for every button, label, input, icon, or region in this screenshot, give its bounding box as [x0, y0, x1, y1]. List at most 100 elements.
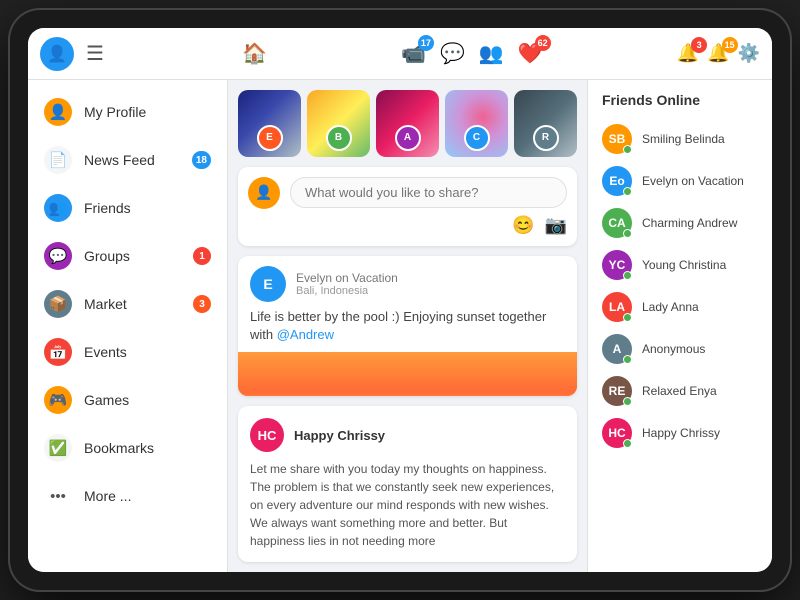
post2-header: HC Happy Chrissy — [250, 418, 565, 452]
friend-avatar: YC — [602, 250, 632, 280]
story-1[interactable]: E — [238, 90, 301, 157]
notif2-badge: 15 — [722, 37, 738, 53]
sidebar-label: News Feed — [84, 152, 180, 168]
sidebar-label: Events — [84, 344, 211, 360]
settings-icon[interactable]: ⚙️ — [738, 43, 760, 64]
compose-box: 👤 😊 📷 — [238, 167, 577, 246]
post2-author: Happy Chrissy — [294, 428, 385, 443]
sidebar-item-bookmarks[interactable]: ✅ Bookmarks — [28, 424, 227, 472]
online-dot — [623, 397, 632, 406]
friend-item[interactable]: YC Young Christina — [588, 244, 772, 286]
tablet-screen: 👤 ☰ 🏠 📹 17 💬 👥 ❤️ 62 🔔 3 — [28, 28, 772, 572]
friend-item[interactable]: SB Smiling Belinda — [588, 118, 772, 160]
story-3[interactable]: A — [376, 90, 439, 157]
heart-badge: 62 — [535, 35, 551, 51]
online-dot — [623, 355, 632, 364]
post2-avatar: HC — [250, 418, 284, 452]
post-avatar-1: E — [250, 266, 286, 302]
story-4[interactable]: C — [445, 90, 508, 157]
news-badge: 18 — [192, 151, 211, 169]
sidebar-item-games[interactable]: 🎮 Games — [28, 376, 227, 424]
friends-list: SB Smiling Belinda Eo Evelyn on Vacation… — [588, 118, 772, 454]
nav-user-avatar[interactable]: 👤 — [40, 37, 74, 71]
more-icon: ••• — [44, 482, 72, 510]
sidebar-item-friends[interactable]: 👥 Friends — [28, 184, 227, 232]
groups-icon: 💬 — [44, 242, 72, 270]
notif1-icon[interactable]: 🔔 3 — [677, 43, 699, 64]
market-icon: 📦 — [44, 290, 72, 318]
friend-name: Relaxed Enya — [642, 384, 717, 398]
story-5[interactable]: R — [514, 90, 577, 157]
friend-name: Smiling Belinda — [642, 132, 725, 146]
online-dot — [623, 439, 632, 448]
camera-icon[interactable]: 📷 — [545, 215, 567, 236]
post2-text: Let me share with you today my thoughts … — [250, 460, 565, 550]
post-author-1: Evelyn on Vacation — [296, 270, 565, 285]
friend-item[interactable]: RE Relaxed Enya — [588, 370, 772, 412]
story-avatar-3: A — [395, 125, 421, 151]
compose-user-avatar: 👤 — [248, 177, 280, 209]
friends-online-title: Friends Online — [588, 92, 772, 118]
online-dot — [623, 187, 632, 196]
friend-avatar: Eo — [602, 166, 632, 196]
compose-top: 👤 — [248, 177, 567, 209]
friend-item[interactable]: A Anonymous — [588, 328, 772, 370]
messages-icon[interactable]: 💬 — [440, 41, 465, 66]
friend-avatar: SB — [602, 124, 632, 154]
post-card-1: E Evelyn on Vacation Bali, Indonesia Lif… — [238, 256, 577, 396]
online-dot — [623, 271, 632, 280]
story-2[interactable]: B — [307, 90, 370, 157]
bookmarks-icon: ✅ — [44, 434, 72, 462]
sidebar-item-news-feed[interactable]: 📄 News Feed 18 — [28, 136, 227, 184]
sidebar-label: Bookmarks — [84, 440, 211, 456]
sidebar-label: Groups — [84, 248, 181, 264]
tablet-frame: 👤 ☰ 🏠 📹 17 💬 👥 ❤️ 62 🔔 3 — [10, 10, 790, 590]
friend-name: Evelyn on Vacation — [642, 174, 744, 188]
profile-icon: 👤 — [44, 98, 72, 126]
friend-avatar: A — [602, 334, 632, 364]
sidebar-label: Friends — [84, 200, 211, 216]
news-icon: 📄 — [44, 146, 72, 174]
stories-row: E B A C R — [238, 90, 577, 157]
home-icon[interactable]: 🏠 — [242, 41, 267, 66]
sidebar-item-events[interactable]: 📅 Events — [28, 328, 227, 376]
notif1-badge: 3 — [691, 37, 707, 53]
sidebar-item-more[interactable]: ••• More ... — [28, 472, 227, 520]
market-badge: 3 — [193, 295, 211, 313]
friend-item[interactable]: CA Charming Andrew — [588, 202, 772, 244]
right-panel: Friends Online SB Smiling Belinda Eo Eve… — [587, 80, 772, 572]
friend-name: Young Christina — [642, 258, 726, 272]
story-avatar-5: R — [533, 125, 559, 151]
hamburger-icon[interactable]: ☰ — [82, 37, 108, 70]
friend-avatar: RE — [602, 376, 632, 406]
online-dot — [623, 229, 632, 238]
friend-name: Charming Andrew — [642, 216, 737, 230]
friend-avatar: CA — [602, 208, 632, 238]
sidebar-label: Market — [84, 296, 181, 312]
compose-input[interactable] — [290, 177, 567, 208]
sidebar: 👤 My Profile 📄 News Feed 18 👥 Friends 💬 … — [28, 80, 228, 572]
heart-icon[interactable]: ❤️ 62 — [518, 41, 543, 66]
post-text-1: Life is better by the pool :) Enjoying s… — [238, 308, 577, 352]
friends-icon[interactable]: 👥 — [479, 41, 504, 66]
story-avatar-1: E — [257, 125, 283, 151]
notif2-icon[interactable]: 🔔 15 — [707, 43, 729, 64]
friend-item[interactable]: Eo Evelyn on Vacation — [588, 160, 772, 202]
friend-avatar: HC — [602, 418, 632, 448]
friend-name: Lady Anna — [642, 300, 699, 314]
compose-actions: 😊 📷 — [248, 209, 567, 236]
video-icon[interactable]: 📹 17 — [401, 41, 426, 66]
post-header-1: E Evelyn on Vacation Bali, Indonesia — [238, 256, 577, 308]
nav-icons: 📹 17 💬 👥 ❤️ 62 — [401, 41, 543, 66]
friend-item[interactable]: HC Happy Chrissy — [588, 412, 772, 454]
sidebar-item-my-profile[interactable]: 👤 My Profile — [28, 88, 227, 136]
sidebar-item-market[interactable]: 📦 Market 3 — [28, 280, 227, 328]
online-dot — [623, 313, 632, 322]
friend-item[interactable]: LA Lady Anna — [588, 286, 772, 328]
sidebar-item-groups[interactable]: 💬 Groups 1 — [28, 232, 227, 280]
post-mention[interactable]: @Andrew — [277, 327, 334, 342]
online-dot — [623, 145, 632, 154]
emoji-icon[interactable]: 😊 — [512, 215, 534, 236]
sidebar-label: Games — [84, 392, 211, 408]
post-meta-1: Evelyn on Vacation Bali, Indonesia — [296, 270, 565, 297]
